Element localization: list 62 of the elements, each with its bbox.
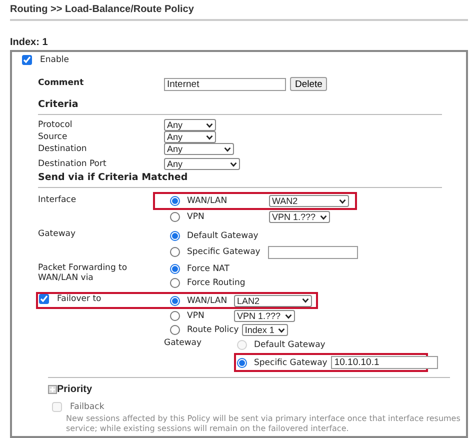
- section-heading: Send via if Criteria Matched: [38, 172, 442, 188]
- field-label: Source: [38, 131, 68, 142]
- option-label: VPN: [187, 212, 204, 222]
- radio-button[interactable]: [170, 212, 180, 222]
- radio-button[interactable]: [170, 278, 180, 288]
- chevron-icon: [224, 146, 231, 152]
- field-label: Packet Forwarding to WAN/LAN via: [38, 262, 128, 283]
- gateway-field[interactable]: 10.10.10.1: [331, 356, 438, 369]
- chevron-icon: [339, 198, 346, 204]
- comment-label: Comment: [38, 77, 85, 88]
- radio-button[interactable]: [170, 196, 180, 206]
- delete-button[interactable]: Delete: [290, 77, 328, 91]
- chevron-icon: [278, 328, 286, 332]
- failover-select[interactable]: Index 1: [242, 324, 288, 336]
- interface-select[interactable]: WAN2: [269, 195, 349, 207]
- enable-checkbox[interactable]: [22, 55, 32, 65]
- comment-field[interactable]: Internet: [164, 78, 286, 90]
- interface-select[interactable]: VPN 1.???: [269, 211, 330, 223]
- field-label: Gateway: [38, 228, 77, 239]
- failover-checkbox[interactable]: [39, 294, 49, 304]
- criteria-select[interactable]: Any: [164, 158, 240, 170]
- failover-label: Failover to: [57, 294, 102, 304]
- option-label: WAN/LAN: [187, 196, 228, 206]
- option-label: Force NAT: [187, 264, 230, 274]
- failback-note: New sessions affected by this Policy will be sent via primary interface once that interface resumes service; while existing sessions will remain on the failovered interface.: [66, 414, 462, 434]
- option-label: Specific Gateway: [254, 358, 328, 368]
- failback-label: Failback: [70, 402, 104, 412]
- radio-button[interactable]: [237, 358, 247, 368]
- radio-button[interactable]: [170, 325, 180, 335]
- option-label: VPN: [187, 311, 204, 321]
- section-heading: Criteria: [38, 99, 442, 115]
- option-label: Force Routing: [187, 278, 246, 288]
- chevron-icon: [230, 162, 237, 166]
- option-label: WAN/LAN: [187, 296, 228, 306]
- chevron-icon: [284, 314, 292, 318]
- chevron-icon: [320, 214, 327, 220]
- failover-select[interactable]: LAN2: [234, 294, 312, 306]
- radio-button[interactable]: [170, 296, 180, 306]
- criteria-select[interactable]: Any: [164, 131, 216, 143]
- chevron-icon: [302, 298, 309, 303]
- radio-button[interactable]: [170, 231, 180, 241]
- section-heading: Priority: [57, 384, 92, 395]
- gateway-field[interactable]: [268, 246, 358, 258]
- radio-button[interactable]: [170, 264, 180, 274]
- enable-label: Enable: [40, 55, 69, 65]
- expand-icon[interactable]: [48, 385, 57, 394]
- failover-select[interactable]: VPN 1.???: [234, 310, 295, 322]
- field-label: Interface: [38, 194, 78, 205]
- criteria-select[interactable]: Any: [164, 143, 234, 155]
- field-label: Destination Port: [38, 158, 108, 169]
- option-label: Specific Gateway: [187, 247, 260, 257]
- option-label: Default Gateway: [254, 340, 326, 350]
- criteria-select[interactable]: Any: [164, 119, 216, 131]
- field-label: Destination: [38, 143, 88, 154]
- radio-button[interactable]: [170, 311, 180, 321]
- radio-button[interactable]: [170, 247, 180, 257]
- field-label: Protocol: [38, 119, 74, 130]
- field-label: Gateway: [164, 337, 203, 350]
- option-label: Default Gateway: [187, 231, 258, 241]
- breadcrumb-title: Routing >> Load-Balance/Route Policy: [10, 4, 468, 21]
- option-label: Route Policy: [187, 325, 239, 335]
- index-label: Index: 1: [10, 37, 49, 48]
